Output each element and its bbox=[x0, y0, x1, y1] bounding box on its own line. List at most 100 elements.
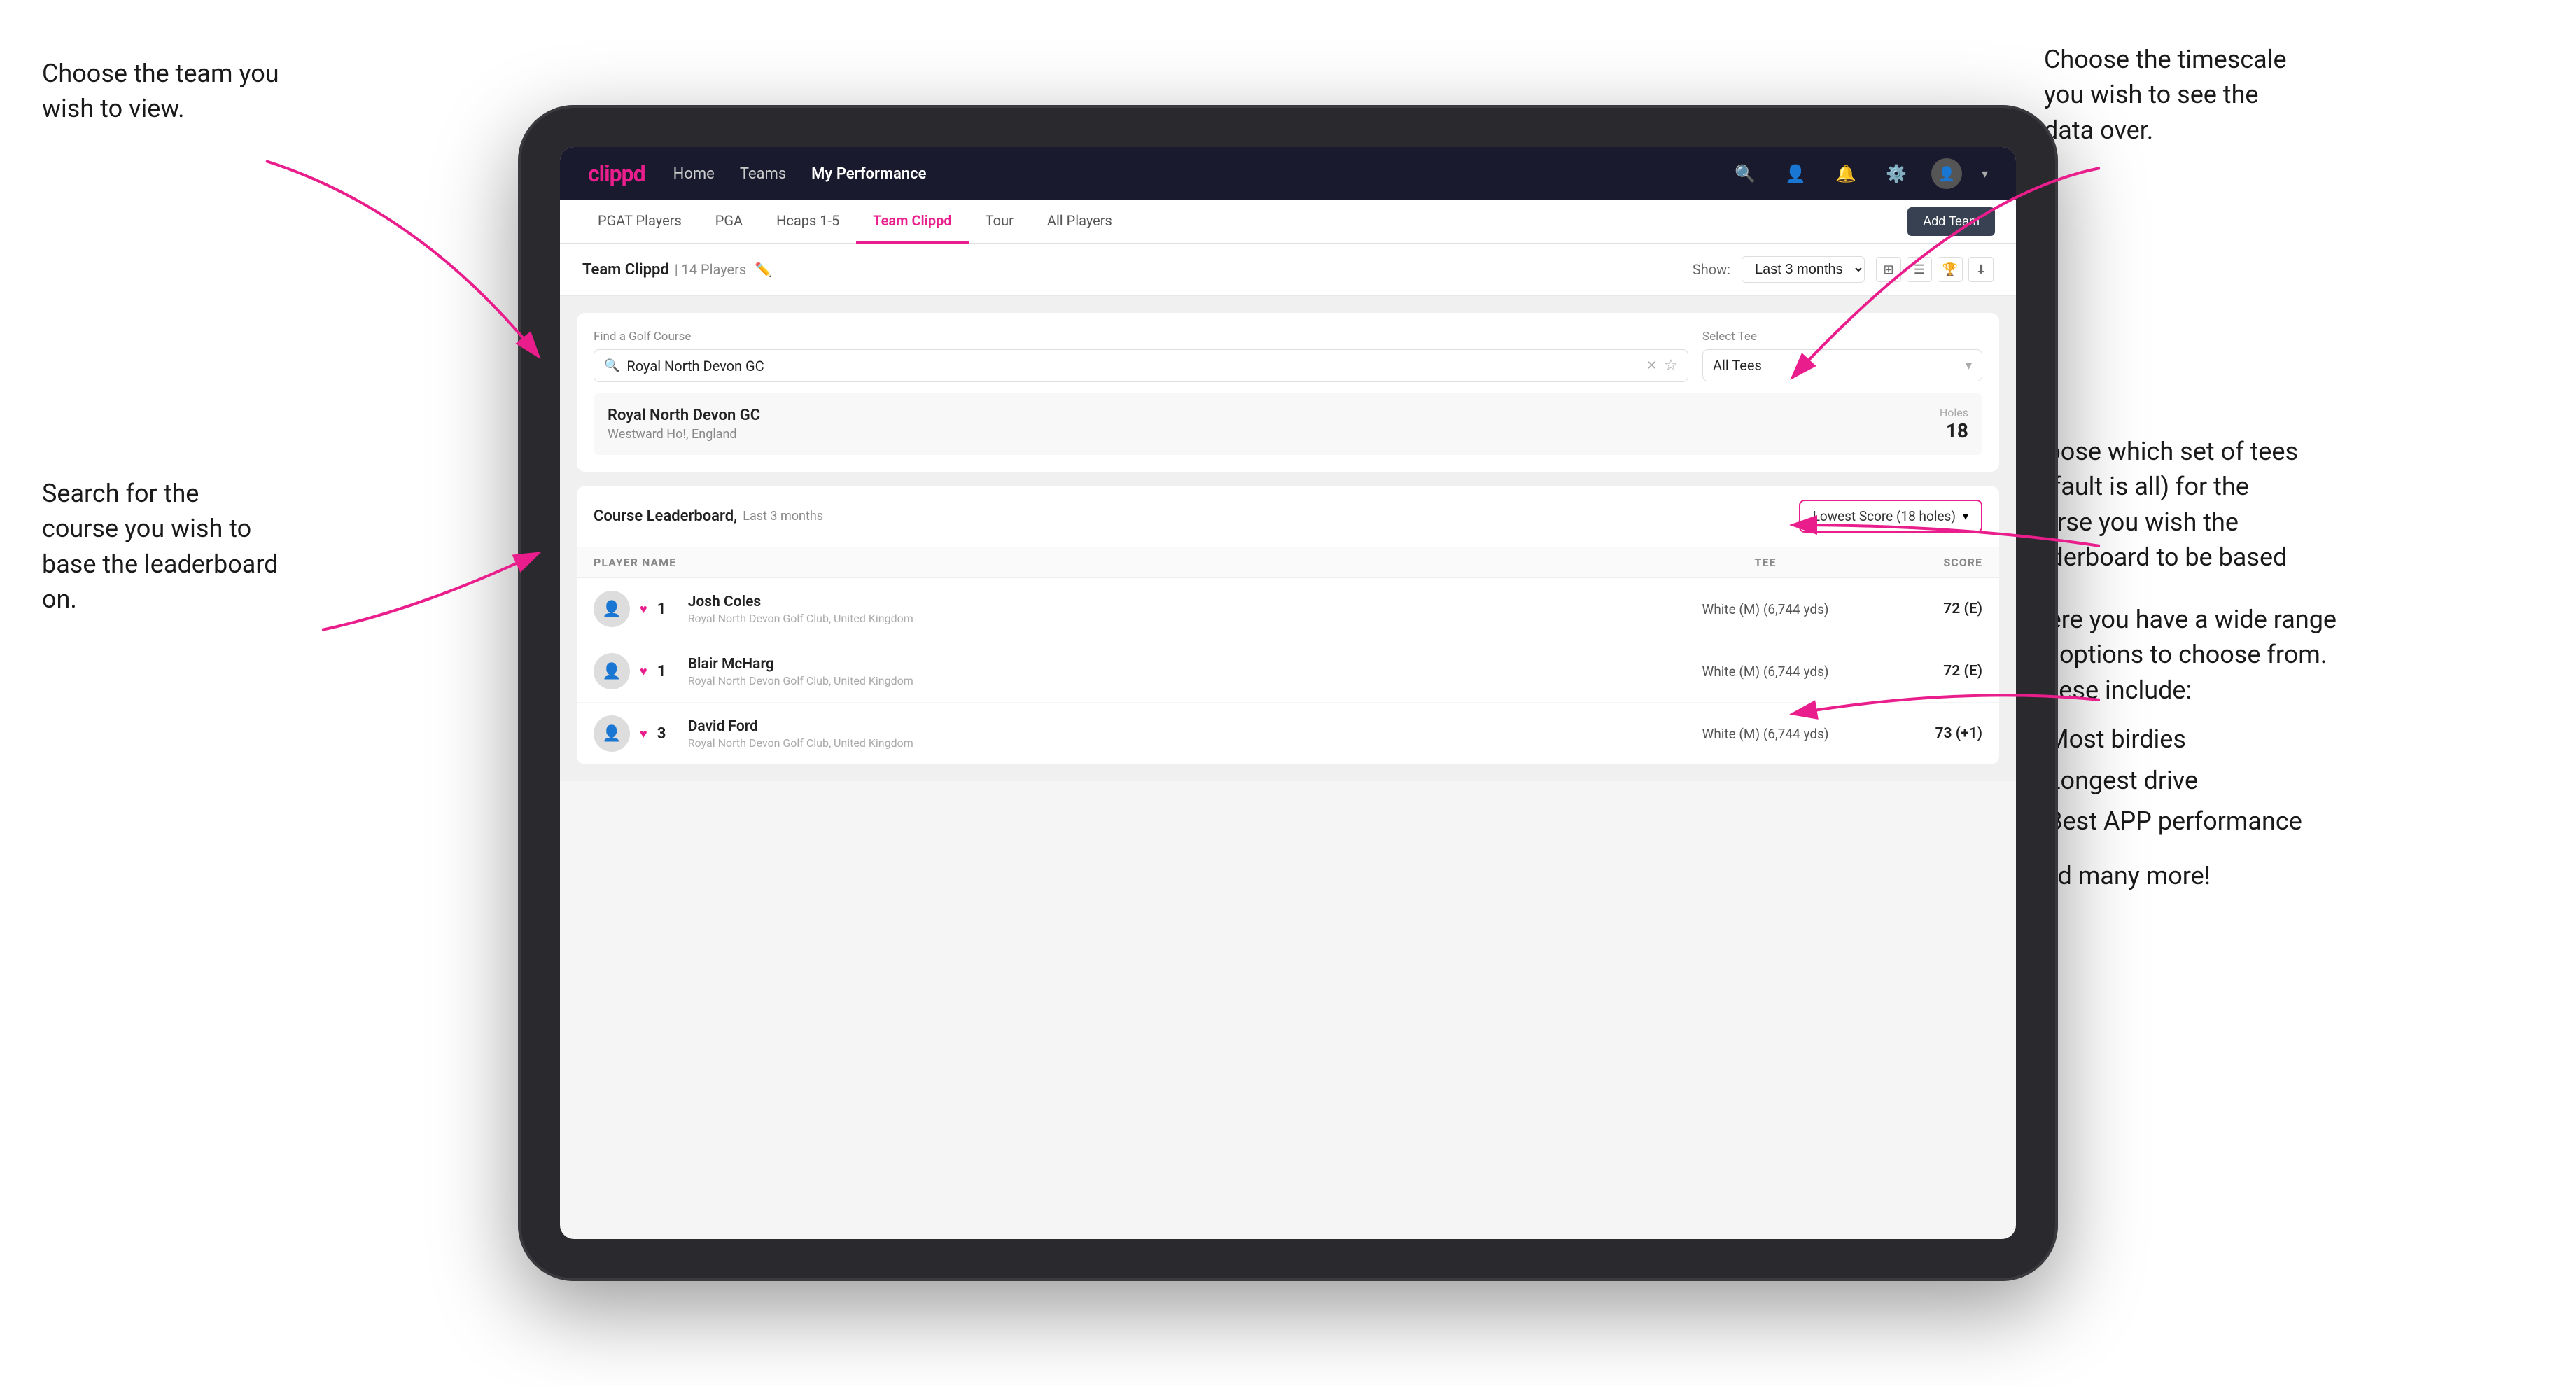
arrow-team-choice bbox=[266, 161, 539, 357]
score-type-value: Lowest Score (18 holes) bbox=[1813, 508, 1956, 524]
tee-value: All Tees bbox=[1713, 357, 1966, 374]
sub-nav: PGAT Players PGA Hcaps 1-5 Team Clippd T… bbox=[560, 200, 2016, 244]
player-details: Josh Coles Royal North Devon Golf Club, … bbox=[688, 594, 913, 625]
people-icon[interactable]: 👤 bbox=[1780, 158, 1811, 189]
download-icon[interactable]: ⬇ bbox=[1968, 257, 1994, 282]
bullet-birdies: Most birdies bbox=[2030, 719, 2338, 760]
sub-nav-all-players[interactable]: All Players bbox=[1030, 200, 1129, 244]
course-result-info: Royal North Devon GC Westward Ho!, Engla… bbox=[608, 407, 760, 442]
grid-view-icon[interactable]: ⊞ bbox=[1876, 257, 1901, 282]
player-score: 72 (E) bbox=[1870, 663, 1982, 680]
heart-icon[interactable]: ♥ bbox=[640, 664, 648, 679]
player-details: David Ford Royal North Devon Golf Club, … bbox=[688, 718, 913, 750]
course-search-card: Find a Golf Course 🔍 Royal North Devon G… bbox=[577, 313, 1999, 472]
search-input[interactable]: Royal North Devon GC bbox=[626, 358, 1639, 374]
favorite-icon[interactable]: ☆ bbox=[1664, 357, 1678, 374]
player-name: Blair McHarg bbox=[688, 656, 913, 673]
search-input-wrap[interactable]: 🔍 Royal North Devon GC ✕ ☆ bbox=[594, 349, 1688, 382]
holes-label: Holes bbox=[1940, 406, 1968, 419]
search-section: Find a Golf Course 🔍 Royal North Devon G… bbox=[594, 330, 1688, 382]
search-icon-small: 🔍 bbox=[604, 358, 620, 373]
annotation-team-choice: Choose the team you wish to view. bbox=[42, 56, 280, 127]
annotation-and-more: and many more! bbox=[2030, 858, 2338, 893]
bell-icon[interactable]: 🔔 bbox=[1830, 158, 1861, 189]
nav-my-performance[interactable]: My Performance bbox=[811, 165, 926, 183]
player-club: Royal North Devon Golf Club, United King… bbox=[688, 612, 913, 625]
player-name: David Ford bbox=[688, 718, 913, 735]
list-view-icon[interactable]: ☰ bbox=[1907, 257, 1932, 282]
tee-select[interactable]: All Tees ▾ bbox=[1702, 349, 1982, 382]
player-score: 72 (E) bbox=[1870, 601, 1982, 617]
team-count: | 14 Players bbox=[675, 261, 747, 278]
clear-search-icon[interactable]: ✕ bbox=[1646, 358, 1657, 373]
arrow-search bbox=[322, 553, 539, 630]
bullet-app: Best APP performance bbox=[2030, 801, 2338, 841]
avatar: 👤 bbox=[594, 591, 630, 627]
search-label: Find a Golf Course bbox=[594, 330, 1688, 344]
table-row: 👤 ♥ 3 David Ford Royal North Devon Golf … bbox=[577, 703, 1999, 764]
annotation-timescale-text: Choose the timescale you wish to see the… bbox=[2044, 45, 2287, 145]
leaderboard-subtitle: Last 3 months bbox=[743, 509, 823, 524]
team-header: Team Clippd | 14 Players ✏️ Show: Last 3… bbox=[560, 244, 2016, 296]
leaderboard-title: Course Leaderboard, bbox=[594, 507, 737, 525]
trophy-icon[interactable]: 🏆 bbox=[1938, 257, 1963, 282]
score-type-select[interactable]: Lowest Score (18 holes) ▾ bbox=[1799, 500, 1982, 533]
tee-chevron-icon: ▾ bbox=[1966, 358, 1972, 373]
nav-teams[interactable]: Teams bbox=[740, 165, 786, 183]
table-row: 👤 ♥ 1 Blair McHarg Royal North Devon Gol… bbox=[577, 640, 1999, 703]
settings-icon[interactable]: ⚙️ bbox=[1881, 158, 1912, 189]
course-result: Royal North Devon GC Westward Ho!, Engla… bbox=[594, 393, 1982, 455]
sub-nav-tour[interactable]: Tour bbox=[969, 200, 1030, 244]
sub-nav-team-clippd[interactable]: Team Clippd bbox=[856, 200, 968, 244]
avatar-chevron-icon: ▾ bbox=[1982, 167, 1988, 181]
annotation-team-choice-text: Choose the team you wish to view. bbox=[42, 59, 279, 123]
player-rank: 1 bbox=[657, 663, 678, 680]
col-tee: TEE bbox=[1660, 556, 1870, 569]
team-name: Team Clippd bbox=[582, 261, 669, 279]
col-player: PLAYER NAME bbox=[594, 556, 1660, 569]
leaderboard-card: Course Leaderboard, Last 3 months Lowest… bbox=[577, 486, 1999, 764]
view-icons: ⊞ ☰ 🏆 ⬇ bbox=[1876, 257, 1994, 282]
annotation-options: Here you have a wide range of options to… bbox=[2030, 602, 2338, 894]
sub-nav-hcaps[interactable]: Hcaps 1-5 bbox=[760, 200, 856, 244]
score-select-chevron-icon: ▾ bbox=[1963, 510, 1968, 523]
nav-icons: 🔍 👤 🔔 ⚙️ 👤 ▾ bbox=[1730, 158, 1988, 189]
player-tee: White (M) (6,744 yds) bbox=[1660, 664, 1870, 680]
annotation-timescale: Choose the timescale you wish to see the… bbox=[2044, 42, 2310, 148]
tablet-frame: clippd Home Teams My Performance 🔍 👤 🔔 ⚙… bbox=[518, 105, 2058, 1281]
player-name: Josh Coles bbox=[688, 594, 913, 610]
holes-count: 18 bbox=[1940, 419, 1968, 442]
annotation-search-text: Search for the course you wish to base t… bbox=[42, 479, 279, 614]
user-avatar[interactable]: 👤 bbox=[1931, 158, 1962, 189]
player-rank: 1 bbox=[657, 601, 678, 618]
annotation-tees: Choose which set of tees (default is all… bbox=[2016, 434, 2310, 610]
nav-bar: clippd Home Teams My Performance 🔍 👤 🔔 ⚙… bbox=[560, 147, 2016, 200]
show-period-select[interactable]: Last 3 months bbox=[1742, 256, 1865, 283]
player-tee: White (M) (6,744 yds) bbox=[1660, 601, 1870, 617]
player-info: 👤 ♥ 1 Josh Coles Royal North Devon Golf … bbox=[594, 591, 1660, 627]
table-header: PLAYER NAME TEE SCORE bbox=[577, 547, 1999, 578]
main-content: Find a Golf Course 🔍 Royal North Devon G… bbox=[560, 296, 2016, 781]
search-icon[interactable]: 🔍 bbox=[1730, 158, 1760, 189]
avatar: 👤 bbox=[594, 715, 630, 752]
table-row: 👤 ♥ 1 Josh Coles Royal North Devon Golf … bbox=[577, 578, 1999, 640]
player-club: Royal North Devon Golf Club, United King… bbox=[688, 736, 913, 750]
add-team-button[interactable]: Add Team bbox=[1907, 207, 1995, 236]
bullet-drive: Longest drive bbox=[2030, 760, 2338, 801]
sub-nav-pgat[interactable]: PGAT Players bbox=[581, 200, 699, 244]
annotation-options-text: Here you have a wide range of options to… bbox=[2030, 605, 2337, 705]
show-label: Show: bbox=[1693, 261, 1730, 278]
heart-icon[interactable]: ♥ bbox=[640, 727, 648, 741]
avatar: 👤 bbox=[594, 653, 630, 690]
player-club: Royal North Devon Golf Club, United King… bbox=[688, 674, 913, 687]
search-card-top: Find a Golf Course 🔍 Royal North Devon G… bbox=[594, 330, 1982, 382]
tablet-screen: clippd Home Teams My Performance 🔍 👤 🔔 ⚙… bbox=[560, 147, 2016, 1239]
sub-nav-pga[interactable]: PGA bbox=[699, 200, 760, 244]
nav-links: Home Teams My Performance bbox=[673, 165, 927, 183]
edit-icon[interactable]: ✏️ bbox=[755, 261, 772, 278]
nav-home[interactable]: Home bbox=[673, 165, 715, 183]
player-rank: 3 bbox=[657, 725, 678, 743]
leaderboard-header: Course Leaderboard, Last 3 months Lowest… bbox=[577, 486, 1999, 547]
player-score: 73 (+1) bbox=[1870, 725, 1982, 742]
heart-icon[interactable]: ♥ bbox=[640, 602, 648, 617]
